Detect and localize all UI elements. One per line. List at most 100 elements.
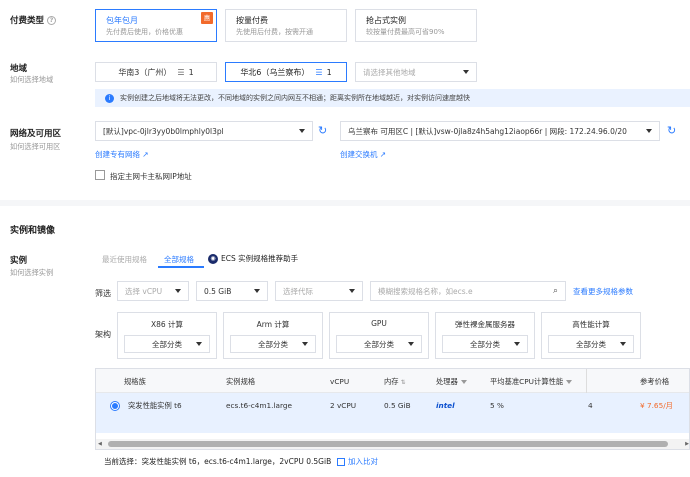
instance-help-link[interactable]: 如何选择实例 — [10, 268, 53, 278]
arch-bare-metal[interactable]: 弹性裸金属服务器 全部分类 — [435, 312, 535, 359]
current-selection: 当前选择：突发性能实例 t6，ecs.t6-c4m1.large，2vCPU 0… — [104, 457, 332, 466]
tab-recent-specs[interactable]: 最近使用规格 — [102, 254, 147, 265]
col-memory[interactable]: 内存 ⇅ — [384, 377, 406, 387]
external-link-icon: ↗ — [379, 150, 387, 159]
vpc-value: [默认]vpc-0jlr3yy0b0lmphly0l3pl — [103, 126, 224, 136]
chevron-down-icon — [299, 129, 305, 133]
arch-name: X86 计算 — [150, 320, 184, 329]
region-select-placeholder: 请选择其他地域 — [363, 67, 416, 77]
create-vswitch-link[interactable]: 创建交换机 ↗ — [340, 149, 386, 160]
chevron-down-icon — [463, 70, 469, 74]
region-name: 华北6（乌兰察布） — [240, 67, 310, 77]
col-baseline[interactable]: 平均基准CPU计算性能 — [490, 377, 573, 387]
vswitch-value: 乌兰察布 可用区C | [默认]vsw-0jla8z4h5ahg12iaop66… — [348, 126, 627, 136]
cell-family: 突发性能实例 t6 — [128, 401, 182, 410]
chevron-down-icon — [408, 342, 414, 346]
filter-icon — [460, 380, 467, 384]
chevron-down-icon — [349, 289, 355, 293]
sort-icon: ⇅ — [400, 379, 406, 386]
cell-price: ¥ 7.65/月 — [640, 401, 673, 410]
vcpu-select[interactable]: 选择 vCPU — [117, 281, 189, 301]
filter-icon — [566, 380, 573, 384]
search-icon[interactable]: ⌕ — [553, 286, 558, 296]
refresh-vswitch-icon[interactable]: ↻ — [667, 125, 676, 136]
vswitch-select[interactable]: 乌兰察布 可用区C | [默认]vsw-0jla8z4h5ahg12iaop66… — [340, 121, 660, 141]
cell-memory: 0.5 GiB — [384, 401, 411, 410]
more-spec-params-link[interactable]: 查看更多规格参数 — [573, 286, 633, 297]
horizontal-scrollbar[interactable]: ◀ ▶ — [96, 439, 689, 449]
refresh-vpc-icon[interactable]: ↻ — [318, 125, 327, 136]
scroll-right-icon[interactable]: ▶ — [685, 441, 689, 447]
arch-arm[interactable]: Arm 计算 全部分类 — [223, 312, 323, 359]
cell-truncated: 4 — [588, 401, 593, 410]
ecs-assistant-button[interactable]: ◉ ECS 实例规格推荐助手 — [208, 253, 298, 264]
cell-vcpu: 2 vCPU — [330, 401, 357, 410]
region-option-guangzhou[interactable]: 华南3（广州） ☰ 1 — [95, 62, 217, 82]
help-icon[interactable]: ? — [47, 16, 57, 25]
generation-select[interactable]: 选择代际 — [275, 281, 363, 301]
chevron-down-icon — [196, 342, 202, 346]
region-count: 1 — [188, 67, 194, 77]
arch-category-select[interactable]: 全部分类 — [230, 335, 316, 353]
billing-option-desc: 先使用后付费，按需开通 — [236, 28, 313, 36]
chevron-down-icon — [514, 342, 520, 346]
arch-category-select[interactable]: 全部分类 — [336, 335, 422, 353]
arch-label: 架构 — [95, 330, 111, 339]
col-spec: 实例规格 — [226, 377, 256, 386]
billing-option-title: 抢占式实例 — [366, 16, 406, 25]
arch-category-select[interactable]: 全部分类 — [442, 335, 528, 353]
chevron-down-icon — [302, 342, 308, 346]
zone-help-link[interactable]: 如何选择可用区 — [10, 142, 60, 152]
external-link-icon: ↗ — [142, 150, 149, 159]
arch-gpu[interactable]: GPU 全部分类 — [329, 312, 429, 359]
table-header: 规格族 实例规格 vCPU 内存 ⇅ 处理器 平均基准CPU计算性能 参考价格 — [96, 369, 689, 393]
billing-label: 付费类型? — [10, 14, 57, 26]
scroll-left-icon[interactable]: ◀ — [98, 441, 102, 447]
arch-category-select[interactable]: 全部分类 — [548, 335, 634, 353]
billing-option-pay-as-you-go[interactable]: 按量付费 先使用后付费，按需开通 — [225, 9, 347, 42]
instance-image-card: 实例和镜像 实例 如何选择实例 最近使用规格 全部规格 ◉ ECS 实例规格推荐助… — [0, 206, 690, 477]
chevron-down-icon — [646, 129, 652, 133]
private-ip-checkbox[interactable] — [95, 170, 105, 180]
spec-search-input[interactable]: 模糊搜索规格名称，如ecs.e ⌕ — [370, 281, 566, 301]
compare-icon — [337, 458, 345, 466]
col-price: 参考价格 — [640, 377, 670, 386]
arch-name: 高性能计算 — [572, 320, 610, 329]
arch-name: Arm 计算 — [256, 320, 290, 329]
private-ip-checkbox-label: 指定主网卡主私网IP地址 — [110, 172, 192, 181]
region-help-link[interactable]: 如何选择地域 — [10, 75, 53, 85]
table-row[interactable]: 突发性能实例 t6 ecs.t6-c4m1.large 2 vCPU 0.5 G… — [96, 393, 689, 433]
cell-spec: ecs.t6-c4m1.large — [226, 401, 292, 410]
col-vcpu: vCPU — [330, 377, 350, 386]
column-divider — [586, 369, 587, 393]
create-vpc-link[interactable]: 创建专有网络 ↗ — [95, 149, 149, 160]
add-compare-link[interactable]: 加入比对 — [337, 456, 378, 467]
col-cpu[interactable]: 处理器 — [436, 377, 467, 387]
billing-option-subscription[interactable]: 包年包月 先付费后使用，价格优惠 惠 — [95, 9, 217, 42]
col-family: 规格族 — [124, 377, 146, 386]
tab-active-indicator — [158, 266, 204, 268]
scrollbar-thumb[interactable] — [108, 441, 668, 447]
tab-all-specs[interactable]: 全部规格 — [164, 254, 194, 265]
arch-hpc[interactable]: 高性能计算 全部分类 — [541, 312, 641, 359]
region-count: 1 — [326, 67, 332, 77]
arch-x86[interactable]: X86 计算 全部分类 — [117, 312, 217, 359]
arch-name: 弹性裸金属服务器 — [455, 320, 515, 329]
row-radio[interactable] — [110, 401, 120, 411]
region-name: 华南3（广州） — [118, 67, 172, 77]
billing-option-desc: 较按量付费最高可省90% — [366, 28, 445, 36]
billing-option-title: 按量付费 — [236, 16, 268, 25]
chevron-down-icon — [175, 289, 181, 293]
network-label: 网络及可用区 — [10, 129, 62, 139]
network-config-card: 付费类型? 包年包月 先付费后使用，价格优惠 惠 按量付费 先使用后付费，按需开… — [0, 0, 690, 200]
arch-name: GPU — [371, 319, 387, 328]
billing-option-spot[interactable]: 抢占式实例 较按量付费最高可省90% — [355, 9, 477, 42]
info-icon: i — [105, 93, 114, 103]
other-region-select[interactable]: 请选择其他地域 — [355, 62, 477, 82]
region-label: 地域 — [10, 64, 28, 74]
arch-category-select[interactable]: 全部分类 — [124, 335, 210, 353]
memory-select[interactable]: 0.5 GiB — [196, 281, 268, 301]
vpc-select[interactable]: [默认]vpc-0jlr3yy0b0lmphly0l3pl — [95, 121, 313, 141]
discount-badge: 惠 — [201, 12, 213, 24]
region-option-ulanqab[interactable]: 华北6（乌兰察布） ☰ 1 — [225, 62, 347, 82]
